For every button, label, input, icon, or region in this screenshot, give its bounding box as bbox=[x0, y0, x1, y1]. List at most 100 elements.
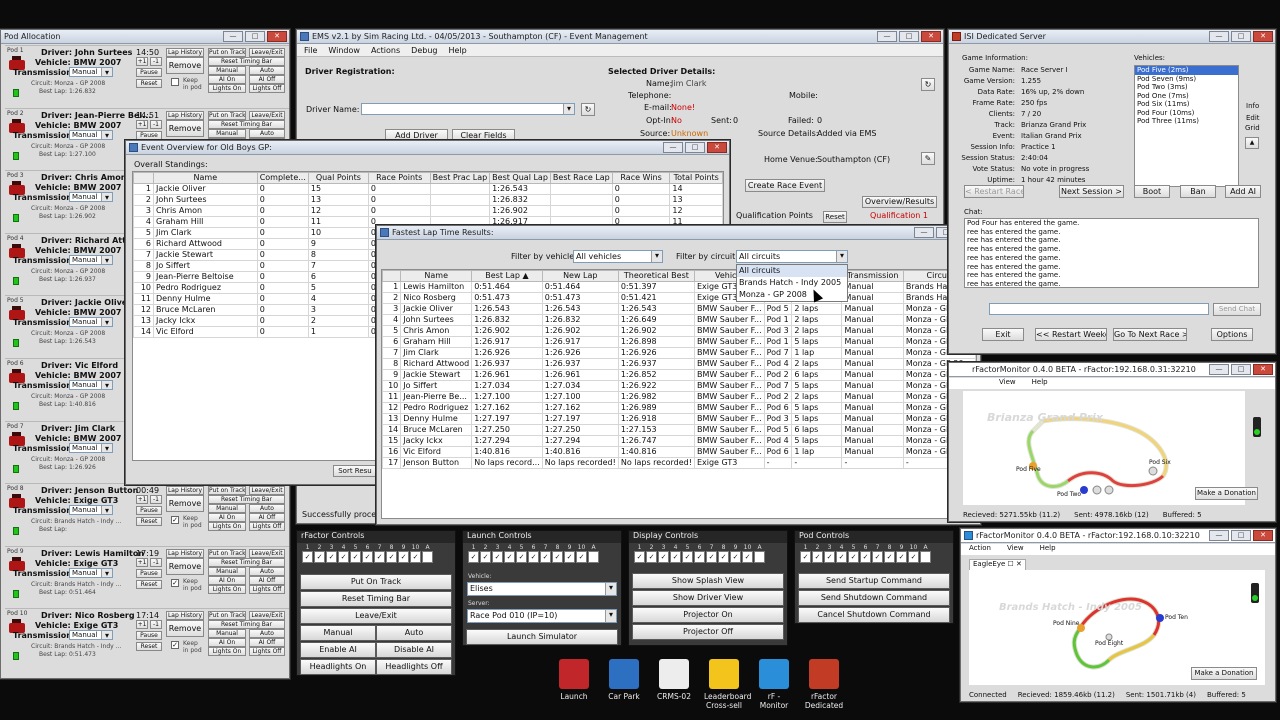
keep-in-pod-checkbox[interactable]: ✓ bbox=[171, 516, 179, 525]
isi-titlebar[interactable]: ISI Dedicated Server — □ ✕ bbox=[949, 30, 1275, 44]
lights-on-button[interactable]: Lights On bbox=[208, 647, 246, 657]
lights-on-button[interactable]: Lights On bbox=[208, 584, 246, 594]
column-header[interactable]: Qual Points bbox=[307, 172, 369, 184]
event-overview-titlebar[interactable]: Event Overview for Old Boys GP: — □ ✕ bbox=[126, 141, 729, 155]
table-row[interactable]: 4 John Surtees 1:26.832 1:26.832 1:26.649 BMW… bbox=[382, 314, 976, 326]
manual-button[interactable]: Manual bbox=[208, 66, 246, 75]
pod-checkbox[interactable]: ✓ bbox=[314, 551, 325, 563]
restart-race-button[interactable]: < Restart Race bbox=[964, 185, 1024, 198]
minimize-button[interactable]: — bbox=[1209, 31, 1229, 42]
table-row[interactable]: 14 Bruce McLaren 1:27.250 1:27.250 1:27.153 B… bbox=[382, 424, 976, 436]
table-row[interactable]: 1 Jackie Oliver 0 15 0 1:26.543 0 14 bbox=[133, 183, 723, 195]
lights-on-button[interactable]: Lights On bbox=[208, 84, 246, 93]
eagleeye-tab[interactable]: EagleEye ☐ ✕ bbox=[969, 559, 1026, 570]
plus-minute-button[interactable]: +1 bbox=[136, 57, 148, 66]
table-row[interactable]: 16 Vic Elford 1:40.816 1:40.816 1:40.816 BMW … bbox=[382, 446, 976, 458]
minus-minute-button[interactable]: -1 bbox=[150, 119, 162, 129]
donation-button-1[interactable]: Make a Donation bbox=[1195, 487, 1258, 500]
remove-button[interactable]: Remove bbox=[166, 57, 204, 74]
pod-checkbox[interactable]: ✓ bbox=[528, 551, 539, 563]
pod-checkbox[interactable]: ✓ bbox=[362, 551, 373, 563]
column-header[interactable]: Best Race Lap bbox=[549, 172, 613, 184]
pod-checkbox[interactable]: ✓ bbox=[398, 551, 409, 563]
close-button[interactable]: ✕ bbox=[1253, 530, 1273, 541]
leave-exit-button[interactable]: Leave/Exit bbox=[249, 611, 285, 621]
auto-button[interactable]: Auto bbox=[249, 566, 285, 576]
projector-off-button[interactable]: Projector Off bbox=[632, 624, 784, 640]
manual-button[interactable]: Manual bbox=[300, 625, 376, 641]
desktop-shortcut[interactable]: rF - Monitor bbox=[754, 659, 794, 710]
reset-button[interactable]: Reset bbox=[136, 79, 162, 88]
send-shutdown-command-button[interactable]: Send Shutdown Command bbox=[798, 590, 950, 606]
pod-checkbox[interactable]: ✓ bbox=[480, 551, 491, 563]
column-header[interactable]: Best Lap ▲ bbox=[471, 270, 543, 282]
refresh-driver-button[interactable]: ↻ bbox=[581, 103, 595, 116]
pod-checkbox[interactable]: ✓ bbox=[302, 551, 313, 563]
lap-history-button[interactable]: Lap History bbox=[166, 110, 204, 120]
desktop-shortcut[interactable]: Car Park bbox=[604, 659, 644, 701]
enable-ai-button[interactable]: Enable AI bbox=[300, 642, 376, 658]
remove-button[interactable]: Remove bbox=[166, 495, 204, 513]
ai-off-button[interactable]: AI Off bbox=[249, 575, 285, 585]
headlights-off-button[interactable]: Headlights Off bbox=[376, 659, 452, 675]
close-button[interactable]: ✕ bbox=[267, 31, 287, 42]
grid-move-button[interactable]: ▲ bbox=[1245, 137, 1259, 149]
reset-button[interactable]: Reset bbox=[136, 579, 162, 589]
grid-button[interactable]: Grid bbox=[1245, 124, 1260, 132]
menu-view[interactable]: View bbox=[1007, 544, 1024, 555]
table-row[interactable]: 17 Jenson Button No laps record... No laps … bbox=[382, 457, 976, 469]
pod-checkbox[interactable]: ✓ bbox=[824, 551, 835, 563]
pod-checkbox[interactable]: ✓ bbox=[540, 551, 551, 563]
manual-button[interactable]: Manual bbox=[208, 629, 246, 639]
keep-in-pod-checkbox[interactable]: ✓ bbox=[171, 641, 179, 650]
manual-button[interactable]: Manual bbox=[208, 566, 246, 576]
column-header[interactable]: Name bbox=[153, 172, 258, 184]
next-session-button[interactable]: Next Session > bbox=[1059, 185, 1124, 198]
vehicle-list-item[interactable]: Pod Six (11ms) bbox=[1135, 100, 1238, 109]
dropdown-option-all[interactable]: All circuits bbox=[737, 265, 847, 277]
edit-button[interactable]: Edit bbox=[1246, 114, 1260, 122]
server-select[interactable]: Race Pod 010 (IP=10) bbox=[467, 609, 617, 623]
lap-history-button[interactable]: Lap History bbox=[166, 611, 204, 621]
pod-checkbox[interactable]: ✓ bbox=[836, 551, 847, 563]
transmission-select[interactable]: Manual bbox=[69, 67, 113, 77]
column-header[interactable]: Theoretical Best bbox=[617, 270, 695, 282]
ai-on-button[interactable]: AI On bbox=[208, 638, 246, 648]
exit-button[interactable]: Exit bbox=[982, 328, 1024, 341]
all-pods-checkbox[interactable] bbox=[920, 551, 931, 563]
maximize-button[interactable]: □ bbox=[685, 142, 705, 153]
transmission-select[interactable]: Manual bbox=[69, 380, 113, 390]
put-on-track-button[interactable]: Put on Track bbox=[208, 611, 246, 621]
menu-help[interactable]: Help bbox=[1040, 544, 1056, 555]
put-on-track-button[interactable]: Put on Track bbox=[208, 548, 246, 558]
table-row[interactable]: 13 Denny Hulme 1:27.197 1:27.197 1:26.918 BMW… bbox=[382, 413, 976, 425]
table-row[interactable]: 1 Lewis Hamilton 0:51.464 0:51.464 0:51.397 E… bbox=[382, 281, 976, 293]
column-header[interactable] bbox=[382, 270, 402, 282]
pod-checkbox[interactable]: ✓ bbox=[468, 551, 479, 563]
pod-checkbox[interactable]: ✓ bbox=[504, 551, 515, 563]
filter-circuit-select[interactable]: All circuits bbox=[736, 250, 848, 263]
lap-history-button[interactable]: Lap History bbox=[166, 486, 204, 496]
ai-off-button[interactable]: AI Off bbox=[249, 75, 285, 84]
all-pods-checkbox[interactable] bbox=[422, 551, 433, 563]
close-button[interactable]: ✕ bbox=[1253, 364, 1273, 375]
info-button[interactable]: Info bbox=[1246, 102, 1259, 110]
pod-checkbox[interactable]: ✓ bbox=[350, 551, 361, 563]
pod-checkbox[interactable]: ✓ bbox=[374, 551, 385, 563]
minus-minute-button[interactable]: -1 bbox=[150, 57, 162, 66]
menu-window[interactable]: Window bbox=[328, 44, 360, 56]
lap-history-button[interactable]: Lap History bbox=[166, 48, 204, 57]
reset-button[interactable]: Reset bbox=[136, 517, 162, 527]
table-row[interactable]: 8 Richard Attwood 1:26.937 1:26.937 1:26.937… bbox=[382, 358, 976, 370]
lights-off-button[interactable]: Lights Off bbox=[249, 584, 285, 594]
transmission-select[interactable]: Manual bbox=[69, 442, 113, 453]
pod-allocation-titlebar[interactable]: Pod Allocation — □ ✕ bbox=[1, 30, 289, 44]
column-header[interactable]: New Lap bbox=[541, 270, 619, 282]
pause-button[interactable]: Pause bbox=[136, 506, 162, 516]
column-header[interactable] bbox=[133, 172, 154, 184]
vehicle-list-item[interactable]: Pod Seven (9ms) bbox=[1135, 75, 1238, 84]
keep-in-pod-checkbox[interactable]: ✓ bbox=[171, 578, 179, 587]
menu-action[interactable]: Action bbox=[969, 544, 991, 555]
transmission-select[interactable]: Manual bbox=[69, 630, 113, 641]
keep-in-pod-checkbox[interactable] bbox=[171, 78, 179, 86]
